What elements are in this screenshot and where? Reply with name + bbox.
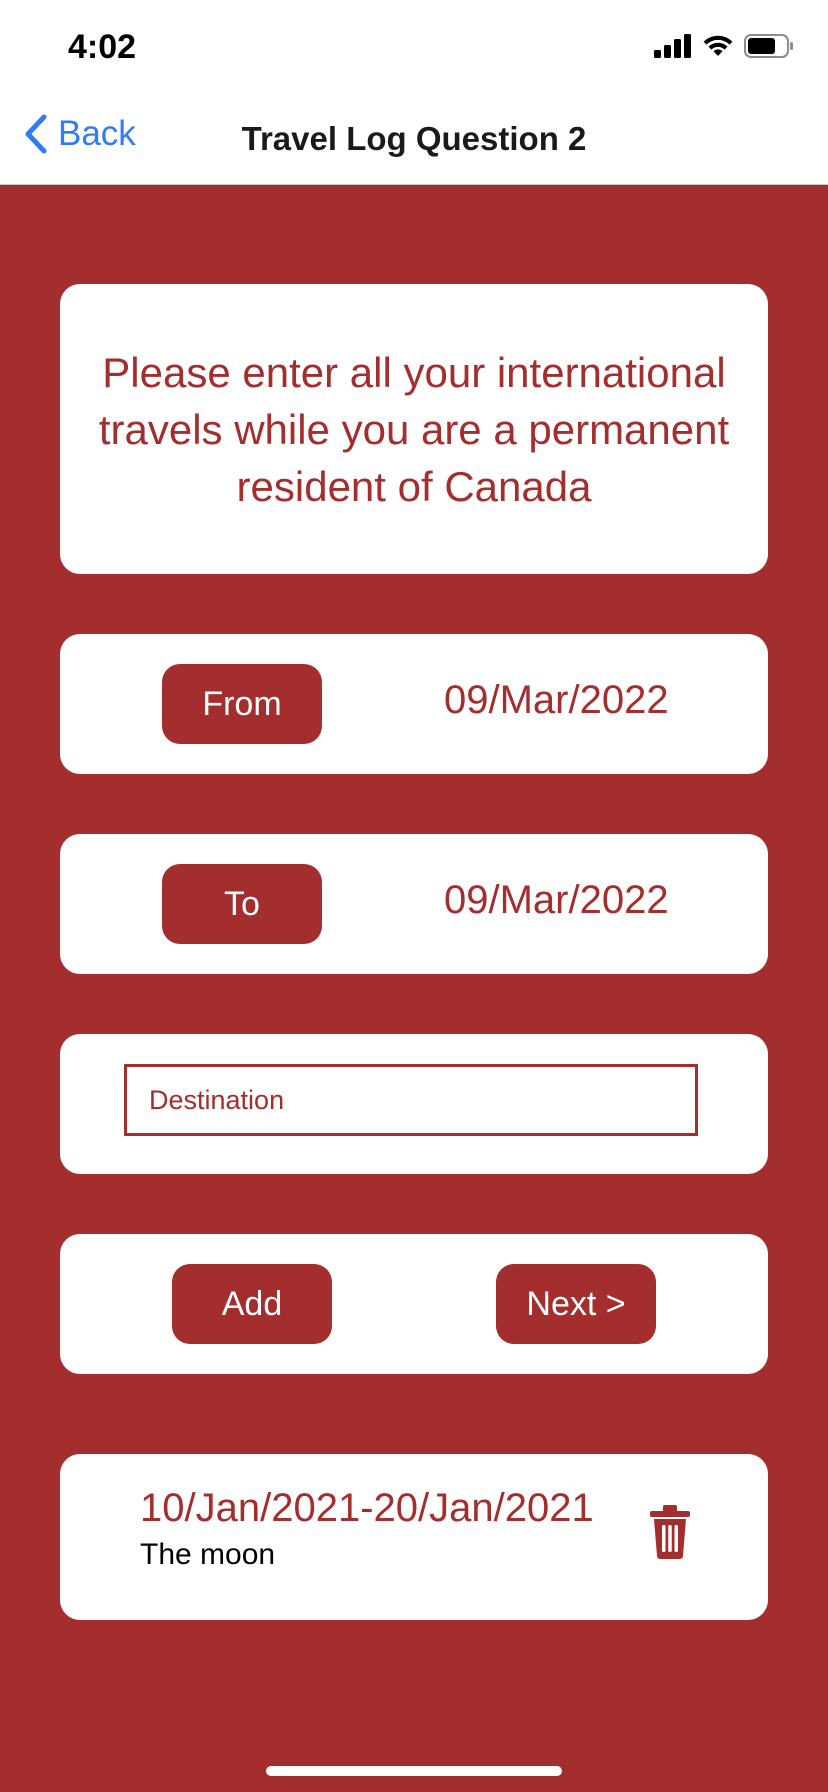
- cellular-signal-icon: [654, 34, 691, 58]
- wifi-icon: [703, 35, 733, 56]
- page-title: Travel Log Question 2: [241, 120, 587, 157]
- from-date-card: From 09/Mar/2022: [60, 634, 768, 774]
- instruction-text: Please enter all your international trav…: [98, 348, 730, 510]
- from-date-value[interactable]: 09/Mar/2022: [444, 678, 669, 723]
- actions-card: Add Next >: [60, 1234, 768, 1374]
- add-button[interactable]: Add: [172, 1264, 332, 1344]
- home-indicator[interactable]: [266, 1766, 562, 1776]
- next-button[interactable]: Next >: [496, 1264, 656, 1344]
- status-icons: [654, 34, 794, 58]
- to-date-card: To 09/Mar/2022: [60, 834, 768, 974]
- destination-card: [60, 1034, 768, 1174]
- navigation-bar: Back Travel Log Question 2: [0, 96, 828, 185]
- trash-icon[interactable]: [648, 1504, 692, 1560]
- battery-icon: [744, 34, 793, 58]
- destination-input[interactable]: [124, 1064, 698, 1136]
- status-time: 4:02: [68, 28, 137, 66]
- to-date-value[interactable]: 09/Mar/2022: [444, 878, 669, 923]
- from-button[interactable]: From: [162, 664, 322, 744]
- instruction-card: Please enter all your international trav…: [60, 284, 768, 574]
- travel-log-item: 10/Jan/2021-20/Jan/2021 The moon: [60, 1454, 768, 1620]
- travel-log-destination: The moon: [140, 1538, 276, 1571]
- status-bar: 4:02: [0, 0, 828, 96]
- travel-log-dates: 10/Jan/2021-20/Jan/2021: [140, 1486, 594, 1530]
- screen: 4:02 Back Travel Log Question 2 Please e…: [0, 0, 828, 1792]
- to-button[interactable]: To: [162, 864, 322, 944]
